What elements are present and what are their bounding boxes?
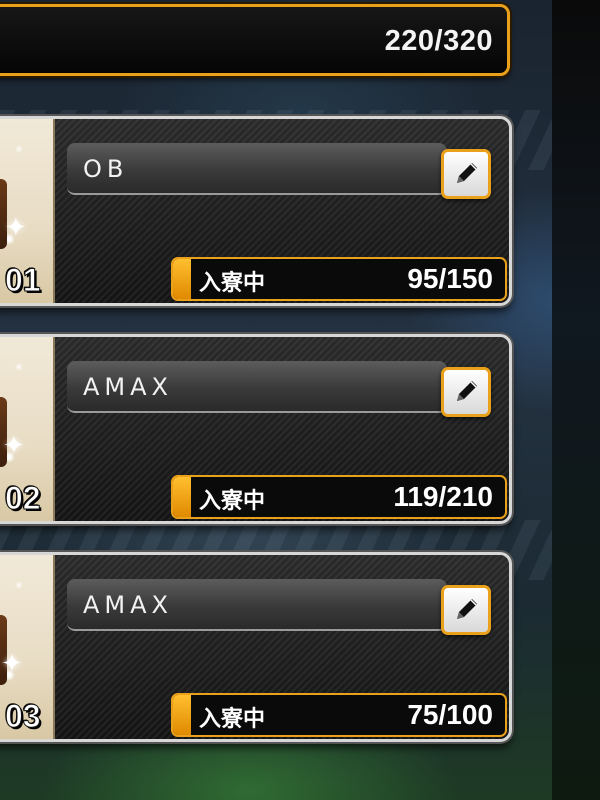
slot-status-count: 119/210: [393, 481, 493, 512]
slot-name: AMAX: [83, 591, 173, 619]
pencil-icon: [457, 381, 477, 401]
pencil-icon: [457, 163, 477, 183]
dorm-slot-card[interactable]: ✦ 02 AMAX 入寮中 119/210: [0, 334, 512, 524]
slot-name-field[interactable]: OB: [67, 143, 447, 195]
slot-status-count: 75/100: [407, 699, 493, 730]
dorm-capacity-count: 220/320: [384, 25, 493, 57]
slot-name: OB: [83, 155, 129, 183]
edit-name-button[interactable]: [441, 585, 491, 635]
status-accent: [173, 259, 191, 299]
slot-name: AMAX: [83, 373, 173, 401]
slot-status-label: 入寮中: [199, 707, 266, 732]
pencil-icon: [457, 599, 477, 619]
slot-status-count: 95/150: [407, 263, 493, 294]
dorm-slot-card[interactable]: ✦ 03 AMAX 入寮中 75/100: [0, 552, 512, 742]
slot-status-bar: 入寮中 75/100: [171, 693, 507, 737]
status-accent: [173, 477, 191, 517]
sparkle-icon: ✦: [1, 649, 23, 679]
dorm-capacity-bar: 220/320: [0, 4, 510, 76]
slot-number: 01: [5, 262, 42, 299]
background-edge: [552, 0, 600, 800]
edit-name-button[interactable]: [441, 367, 491, 417]
slot-status-label: 入寮中: [199, 489, 266, 514]
slot-number: 03: [5, 698, 42, 735]
slot-status-bar: 入寮中 95/150: [171, 257, 507, 301]
sparkle-icon: ✦: [3, 431, 25, 461]
slot-status-label: 入寮中: [199, 271, 266, 296]
slot-name-field[interactable]: AMAX: [67, 361, 447, 413]
status-accent: [173, 695, 191, 735]
edit-name-button[interactable]: [441, 149, 491, 199]
sparkle-icon: ✦: [5, 213, 27, 243]
slot-status-bar: 入寮中 119/210: [171, 475, 507, 519]
slot-number: 02: [5, 480, 42, 517]
dorm-slot-card[interactable]: ✦ 01 OB 入寮中 95/150: [0, 116, 512, 306]
slot-name-field[interactable]: AMAX: [67, 579, 447, 631]
